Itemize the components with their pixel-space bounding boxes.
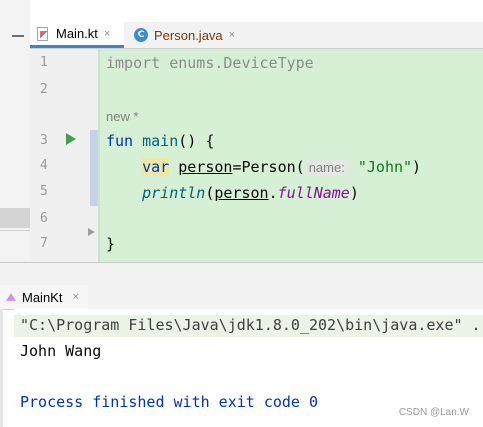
tab-label: Main.kt [56,26,98,41]
line-number: 2 [40,82,48,97]
run-config-icon [6,293,16,301]
close-icon[interactable]: × [229,29,235,41]
console-output-line: John Wang [20,342,102,360]
line-number: 5 [40,184,48,199]
java-class-icon: C [134,28,148,42]
close-icon[interactable]: × [104,28,110,40]
code-line-main: fun main() { [106,132,215,150]
run-gutter-icon[interactable] [66,133,76,145]
tab-person-java[interactable]: C Person.java × [126,22,244,48]
project-tree-selected-row[interactable] [0,208,30,228]
line-number: 4 [40,158,48,173]
kotlin-file-icon [36,26,50,41]
code-line-var: var person=Person(name: "John") [142,158,422,176]
tab-label: Person.java [154,27,223,43]
minus-icon [12,35,24,37]
code-line-println: println(person.fullName) [142,184,359,202]
close-icon[interactable]: × [72,291,78,303]
collapse-button[interactable] [0,22,30,52]
fold-icon[interactable] [88,228,95,236]
code-line-import: import enums.DeviceType [106,54,314,72]
code-editor[interactable]: import enums.DeviceType new * fun main()… [100,49,483,262]
divider [0,230,30,231]
run-tab-bar: MainKt × [0,285,483,310]
vcs-change-marker[interactable] [90,130,98,206]
run-header [0,263,483,285]
run-tool-window: MainKt × "C:\Program Files\Java\jdk1.8.0… [0,262,483,427]
run-toolbar-strip [0,309,3,427]
line-number: 3 [40,133,48,148]
line-number: 7 [40,236,48,251]
code-line-brace: } [106,235,116,253]
run-tab-label: MainKt [22,289,63,305]
watermark: CSDN @Lan.W [398,407,469,418]
project-tool-strip [0,0,30,262]
run-tab-mainkt[interactable]: MainKt × [0,285,88,309]
editor-tab-bar: Main.kt × C Person.java × [30,22,483,49]
parameter-hint: name: [304,160,349,175]
line-number: 6 [40,211,48,226]
tab-main-kt[interactable]: Main.kt × [30,22,124,48]
line-number: 1 [40,55,48,70]
console-exit-line: Process finished with exit code 0 [20,393,319,411]
author-hint: new * [106,109,139,124]
console-command-line: "C:\Program Files\Java\jdk1.8.0_202\bin\… [20,316,483,334]
